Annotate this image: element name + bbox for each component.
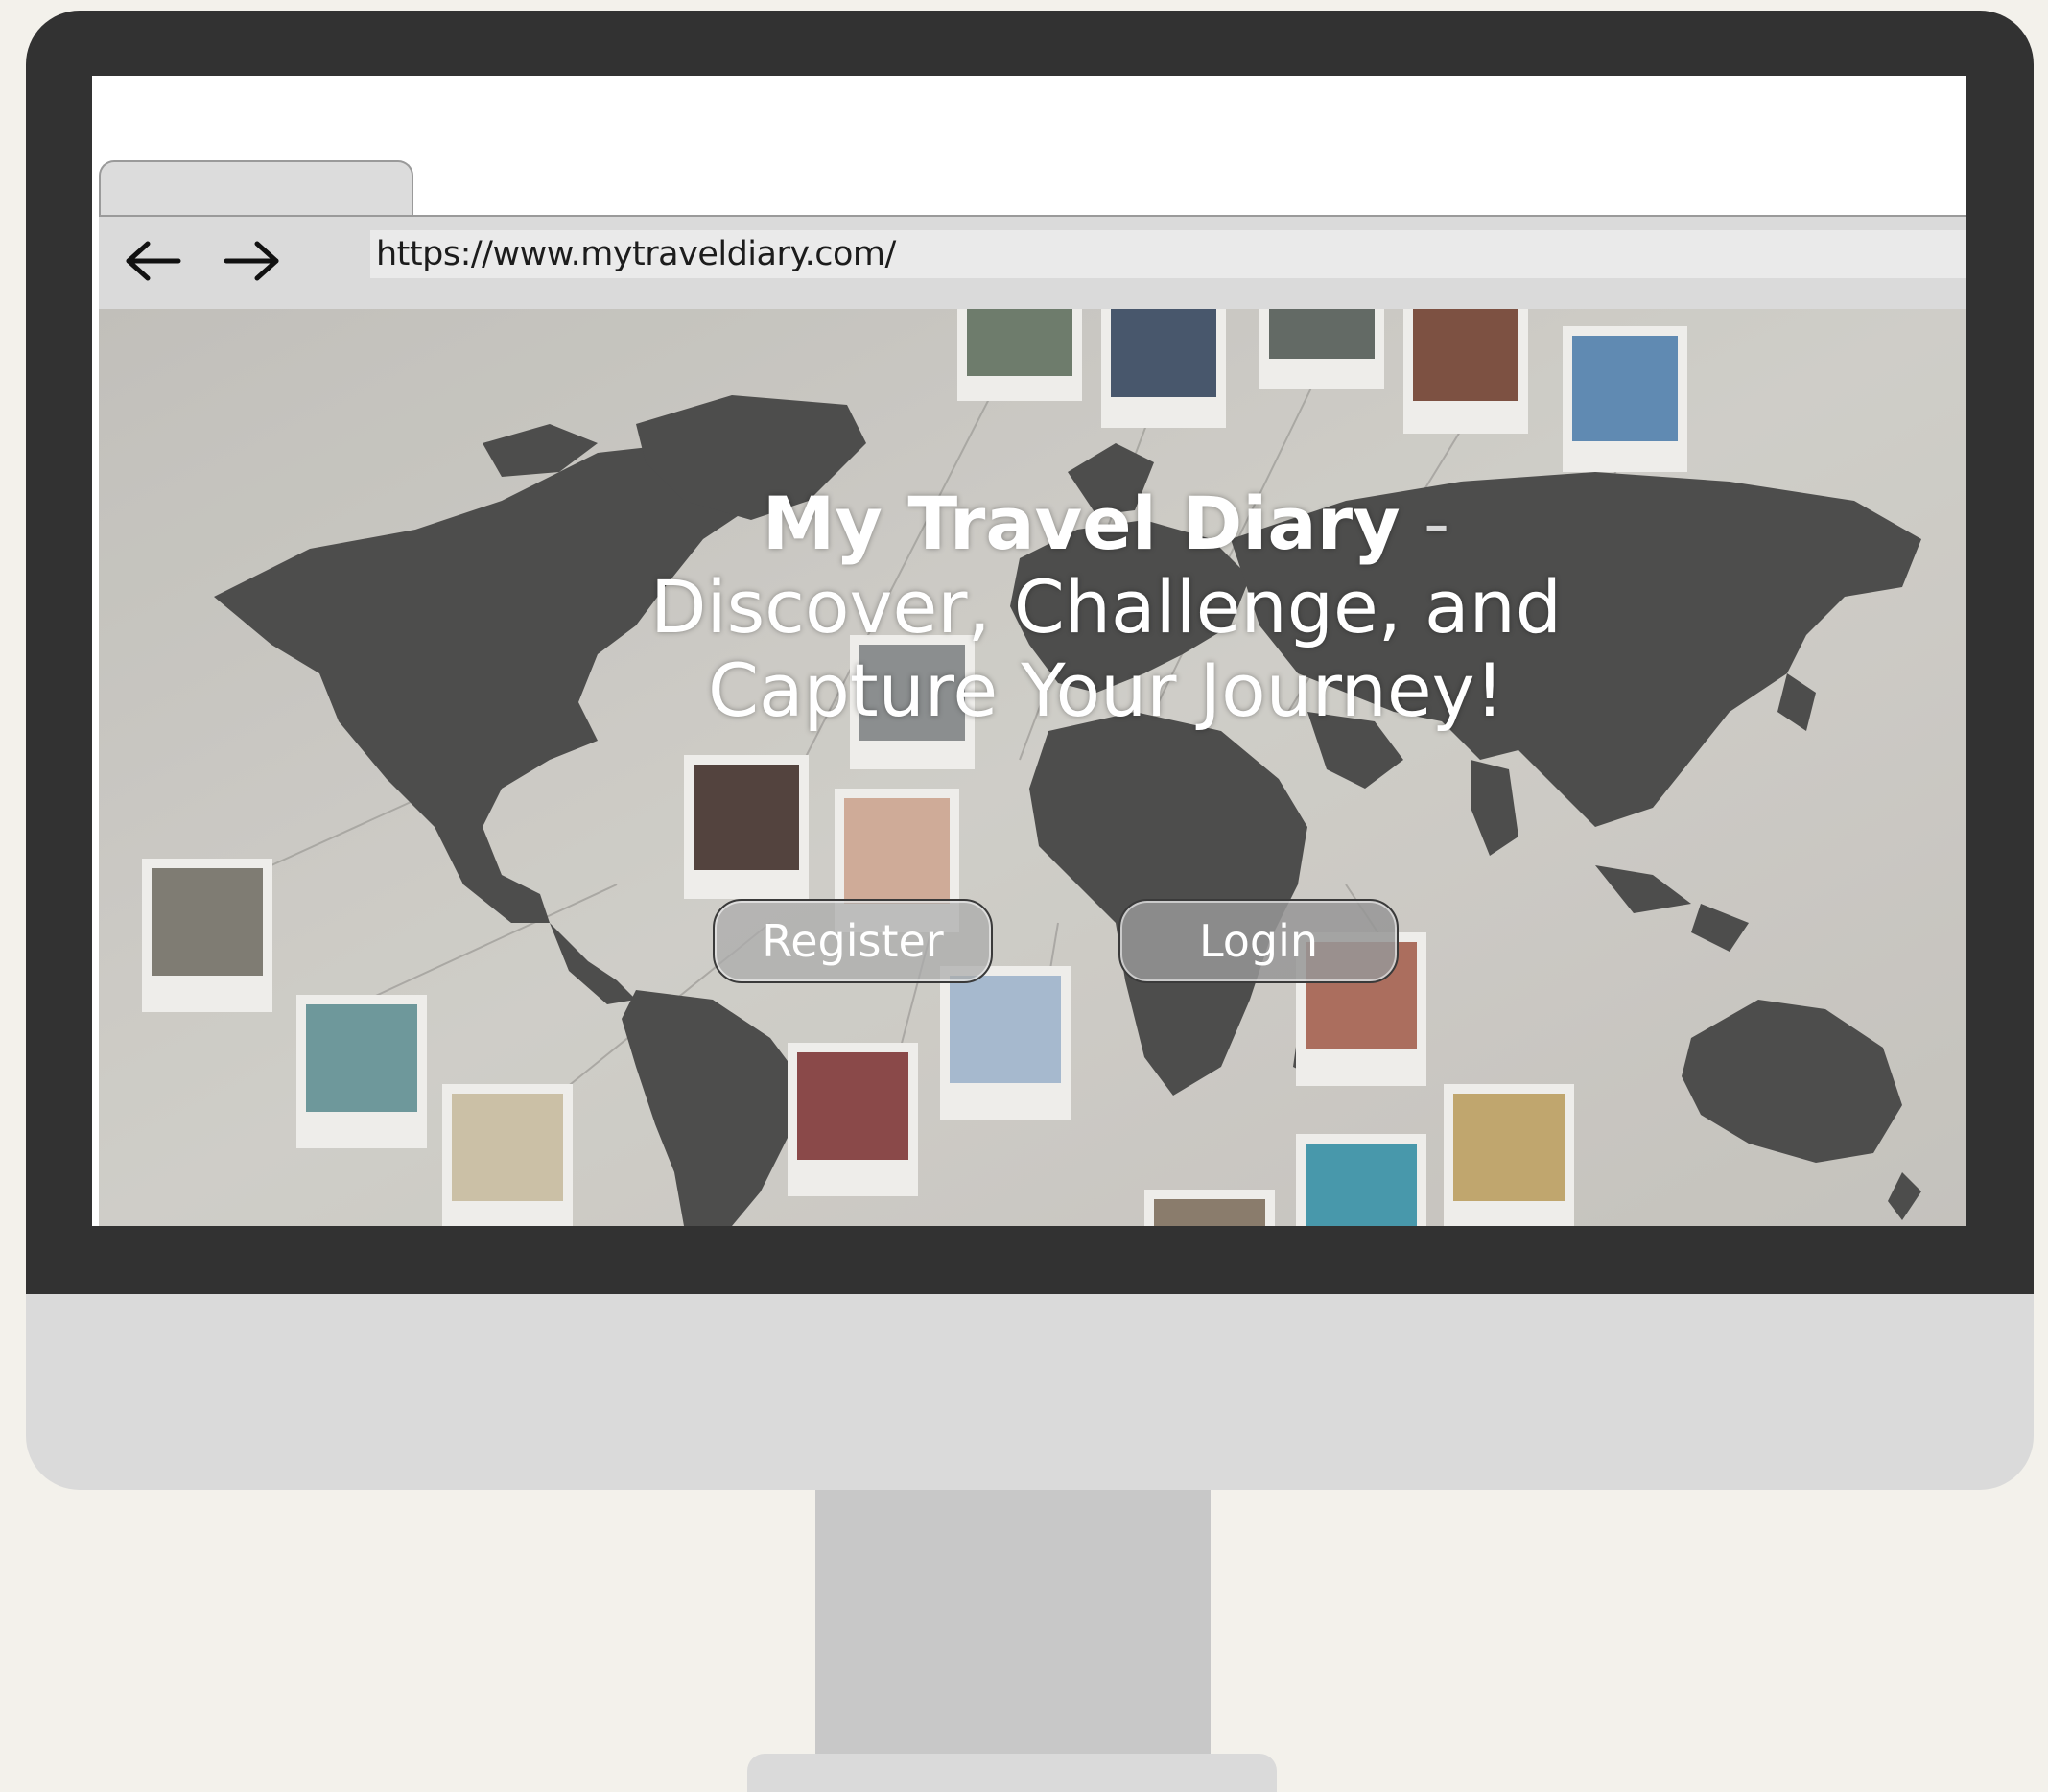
- monitor-stand-neck: [815, 1490, 1211, 1754]
- login-button-label: Login: [1198, 915, 1319, 967]
- login-button[interactable]: Login: [1118, 899, 1399, 983]
- desktop-monitor-mockup: https://www.mytraveldiary.com/ My Travel…: [0, 0, 2048, 1792]
- register-button[interactable]: Register: [713, 899, 993, 983]
- browser-toolbar: https://www.mytraveldiary.com/: [99, 215, 1966, 309]
- monitor-stand-foot: [747, 1754, 1277, 1792]
- hero-title: My Travel Diary - Discover, Challenge, a…: [636, 482, 1576, 732]
- forward-button[interactable]: [218, 232, 285, 290]
- monitor-chin: [26, 1294, 2034, 1490]
- address-url: https://www.mytraveldiary.com/: [376, 235, 896, 273]
- hero-section: My Travel Diary - Discover, Challenge, a…: [99, 309, 1966, 1226]
- hero-title-brand: My Travel Diary: [762, 481, 1401, 566]
- hero-tagline: Discover, Challenge, and Capture Your Jo…: [649, 564, 1563, 733]
- hero-title-separator: -: [1400, 481, 1450, 566]
- back-button[interactable]: [120, 232, 187, 290]
- monitor-screen: https://www.mytraveldiary.com/ My Travel…: [92, 76, 1966, 1226]
- register-button-label: Register: [762, 915, 944, 967]
- address-bar[interactable]: https://www.mytraveldiary.com/: [370, 230, 1966, 278]
- arrow-left-icon: [126, 241, 181, 281]
- browser-tab[interactable]: [99, 160, 413, 215]
- web-page-viewport: My Travel Diary - Discover, Challenge, a…: [99, 309, 1966, 1226]
- arrow-right-icon: [224, 241, 279, 281]
